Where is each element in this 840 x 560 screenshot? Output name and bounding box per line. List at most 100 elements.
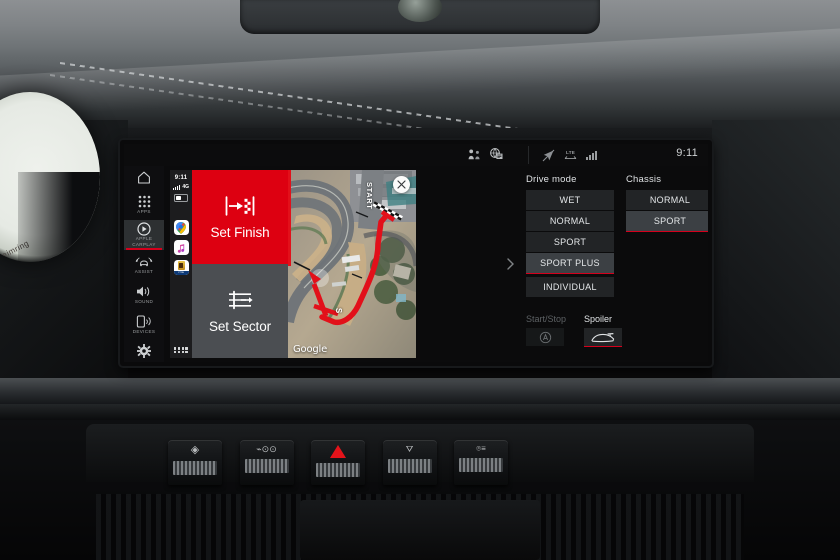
- chassis-group: Chassis NORMAL SPORT: [626, 174, 708, 233]
- start-stop-button[interactable]: [526, 328, 564, 346]
- set-sector-icon: [229, 290, 253, 309]
- carplay-area: 9:11 4G PTPA Set Finish Set Sector START…: [170, 170, 416, 358]
- infotainment-screen: LTE 9:11 APPS APPLE CARPLAY ASSIST SOUND…: [124, 144, 708, 362]
- option-label: WET: [559, 195, 581, 205]
- drive-mode-title: Drive mode: [526, 174, 577, 185]
- option-label: SPORT: [653, 216, 687, 226]
- option-label: INDIVIDUAL: [543, 282, 597, 292]
- carplay-icon: [137, 222, 151, 236]
- status-bar-left-icons: [468, 148, 503, 160]
- sidebar-item-sound[interactable]: SOUND: [124, 280, 164, 310]
- map-close-button[interactable]: [393, 176, 410, 193]
- gear-icon: [137, 344, 151, 359]
- sidebar-item-devices[interactable]: DEVICES: [124, 310, 164, 340]
- map-satellite-imagery: [288, 170, 416, 358]
- carplay-network-label: 4G: [182, 184, 189, 190]
- dashboard-trim-band: [0, 378, 840, 404]
- track-map[interactable]: START S Google: [288, 170, 416, 358]
- sidebar-item-label: ASSIST: [134, 269, 154, 275]
- settings-button[interactable]: [124, 340, 164, 362]
- hazard-lights-button[interactable]: [311, 440, 365, 485]
- passenger-seat-icon[interactable]: [468, 149, 481, 160]
- google-maps-icon[interactable]: [173, 220, 189, 235]
- status-bar: LTE 9:11: [124, 144, 708, 166]
- status-bar-clock: 9:11: [676, 147, 698, 159]
- esc-button[interactable]: ⛛: [382, 440, 437, 485]
- porsche-track-precision-icon[interactable]: PTPA: [173, 260, 189, 275]
- button-knurl: [316, 463, 360, 477]
- drive-mode-option-sport-plus[interactable]: SPORT PLUS: [526, 253, 614, 275]
- dashboard-scene: Hockenheimring ◈ ⌁⊙⊙ ⛛ ⌾≡ LTE 9:11 APPS …: [0, 0, 840, 560]
- home-button[interactable]: [124, 166, 164, 190]
- phone-wifi-icon: [136, 315, 152, 328]
- start-stop-control: Start/Stop: [526, 314, 566, 346]
- chassis-option-normal[interactable]: NORMAL: [626, 190, 708, 210]
- sidebar-item-apps[interactable]: APPS: [124, 190, 164, 220]
- button-knurl: [387, 459, 432, 473]
- grid-icon: [138, 195, 151, 208]
- option-label: NORMAL: [649, 195, 691, 205]
- sidebar-item-assist[interactable]: ASSIST: [124, 250, 164, 280]
- sidebar-item-label: APPLE CARPLAY: [132, 236, 156, 247]
- dashboard-trim-band-lower: [0, 404, 840, 420]
- console-button-row: ◈ ⌁⊙⊙ ⛛ ⌾≡: [168, 440, 508, 485]
- button-knurl: [244, 459, 289, 473]
- spoiler-label: Spoiler: [584, 314, 613, 324]
- drive-mode-group: Drive mode WET NORMAL SPORT SPORT PLUS I…: [526, 174, 618, 298]
- apps-grid-icon[interactable]: [490, 148, 503, 160]
- set-finish-tile[interactable]: Set Finish: [192, 170, 288, 264]
- hazard-triangle-icon: [330, 445, 346, 458]
- carplay-app-grid-icon[interactable]: [174, 347, 188, 353]
- expand-panel-chevron[interactable]: [507, 258, 514, 273]
- location-off-icon: [542, 149, 555, 161]
- chevron-right-icon: [507, 258, 514, 270]
- carplay-clock: 9:11: [174, 175, 188, 181]
- sidebar-item-label: APPS: [137, 209, 151, 215]
- apple-music-icon[interactable]: [173, 240, 189, 255]
- signal-bars-icon: [586, 150, 597, 160]
- auto-start-stop-icon: [539, 331, 551, 343]
- tile-label: Set Finish: [210, 224, 270, 240]
- home-icon: [138, 171, 150, 184]
- spoiler-control: Spoiler: [584, 314, 623, 348]
- suspension-button[interactable]: ◈: [168, 440, 222, 485]
- assist-car-icon: [135, 255, 153, 268]
- esc-off-icon: ⛛: [405, 444, 414, 454]
- speaker-icon: [136, 285, 152, 298]
- map-sector-label: S: [334, 307, 344, 314]
- dashboard-right-side: [712, 120, 840, 420]
- sport-exhaust-button[interactable]: ⌁⊙⊙: [239, 440, 294, 485]
- dashboard-upper-trim: [0, 0, 840, 191]
- console-center-block: [300, 500, 540, 560]
- set-sector-tile[interactable]: Set Sector: [192, 264, 288, 358]
- option-label: NORMAL: [549, 216, 591, 226]
- chassis-option-sport[interactable]: SPORT: [626, 211, 708, 233]
- carplay-action-tiles: Set Finish Set Sector: [192, 170, 288, 358]
- map-start-label: START: [365, 182, 374, 210]
- drive-mode-option-individual[interactable]: INDIVIDUAL: [526, 277, 614, 297]
- chassis-title: Chassis: [626, 174, 662, 185]
- pasm-icon: ⌾≡: [476, 444, 486, 453]
- option-label: SPORT: [553, 237, 587, 247]
- drive-mode-option-sport[interactable]: SPORT: [526, 232, 614, 252]
- sidebar-item-label: SOUND: [134, 299, 154, 305]
- sidebar-item-apple-carplay[interactable]: APPLE CARPLAY: [124, 219, 164, 250]
- button-knurl: [459, 458, 503, 472]
- auxiliary-controls: Start/Stop Spoiler: [526, 314, 706, 348]
- chassis-options: NORMAL SPORT: [626, 190, 708, 233]
- carplay-dock: PTPA: [173, 220, 189, 275]
- drive-mode-option-normal[interactable]: NORMAL: [526, 211, 614, 231]
- set-finish-icon: [225, 195, 255, 216]
- sidebar-item-label: DEVICES: [132, 329, 156, 335]
- rear-spoiler-icon: [591, 332, 615, 342]
- carplay-signal: 4G: [173, 184, 189, 190]
- close-icon: [397, 180, 406, 189]
- pasm-button[interactable]: ⌾≡: [454, 440, 508, 485]
- navigation-rail: APPS APPLE CARPLAY ASSIST SOUND DEVICES: [124, 166, 164, 362]
- lte-icon: LTE: [564, 150, 577, 160]
- carplay-status-sidebar: 9:11 4G PTPA: [170, 170, 192, 358]
- status-bar-divider: [528, 146, 529, 164]
- gauge-shadow: [18, 172, 100, 262]
- drive-mode-option-wet[interactable]: WET: [526, 190, 614, 210]
- spoiler-button[interactable]: [584, 328, 623, 348]
